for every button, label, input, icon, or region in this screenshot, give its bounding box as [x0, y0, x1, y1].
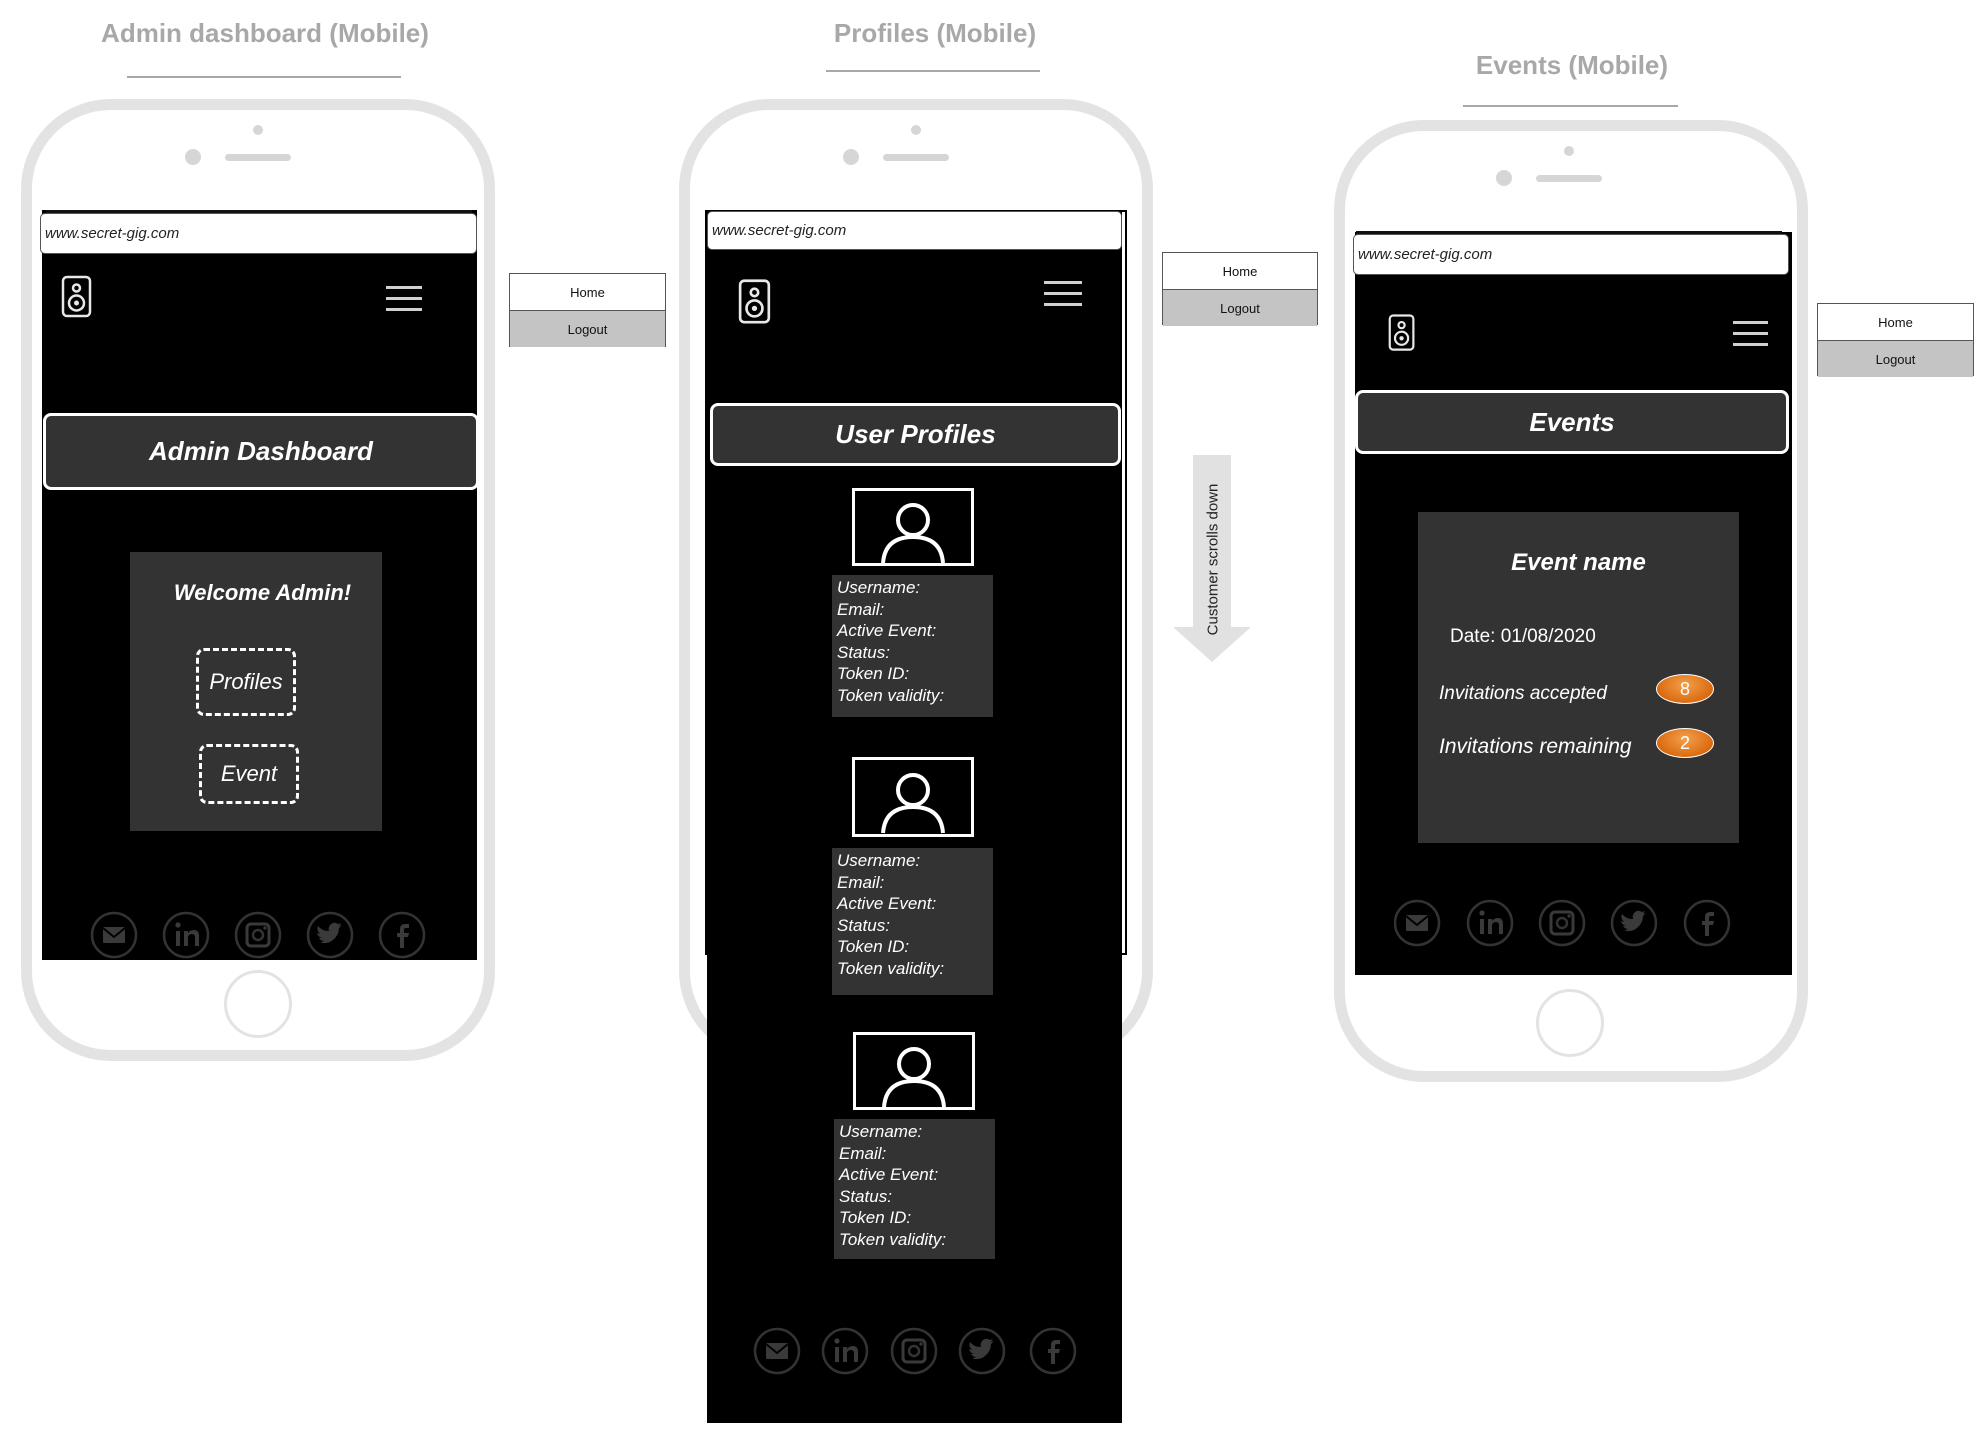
- menu-home-link[interactable]: Home: [1818, 304, 1973, 340]
- phone-sensor-dot: [1564, 146, 1574, 156]
- card-email-label: Email:: [839, 1143, 887, 1163]
- email-icon[interactable]: [1393, 899, 1441, 947]
- card-email-label: Email:: [837, 872, 885, 892]
- phone-camera: [1496, 170, 1512, 186]
- hamburger-menu-icon[interactable]: [1733, 320, 1768, 348]
- facebook-icon[interactable]: [1683, 899, 1731, 947]
- hamburger-menu-icon[interactable]: [1044, 280, 1082, 308]
- admin-title-underline: [127, 76, 401, 78]
- invitations-accepted-badge: 8: [1656, 674, 1714, 704]
- linkedin-icon[interactable]: [821, 1327, 869, 1375]
- menu-logout-link[interactable]: Logout: [1163, 289, 1317, 326]
- instagram-icon[interactable]: [1538, 899, 1586, 947]
- phone-home-button[interactable]: [1536, 989, 1604, 1057]
- profiles-social-footer: [753, 1325, 1093, 1377]
- card-token-id-label: Token ID:: [837, 937, 910, 956]
- instagram-icon[interactable]: [890, 1327, 938, 1375]
- linkedin-icon[interactable]: [1466, 899, 1514, 947]
- twitter-icon[interactable]: [958, 1327, 1006, 1375]
- card-token-validity-label: Token validity:: [839, 1229, 947, 1249]
- profiles-side-menu: Home Logout: [1162, 252, 1318, 326]
- url-bar[interactable]: www.secret-gig.com: [40, 213, 477, 254]
- instagram-icon[interactable]: [234, 911, 282, 959]
- event-button[interactable]: Event: [199, 744, 299, 804]
- user-avatar-icon: [852, 757, 974, 837]
- card-username-label: Username:: [839, 1122, 923, 1141]
- event-date: Date: 01/08/2020: [1450, 626, 1596, 647]
- linkedin-icon[interactable]: [162, 911, 210, 959]
- phone-sensor-dot: [253, 125, 263, 135]
- user-profile-card: Username: Email: Active Event: Status: T…: [832, 575, 993, 717]
- twitter-icon[interactable]: [1610, 899, 1658, 947]
- profiles-column-title: Profiles (Mobile): [833, 18, 1037, 48]
- user-avatar-icon: [853, 1032, 975, 1110]
- twitter-icon[interactable]: [306, 911, 354, 959]
- card-username-label: Username:: [837, 578, 921, 597]
- speaker-icon[interactable]: [1388, 313, 1416, 353]
- url-bar[interactable]: www.secret-gig.com: [1353, 234, 1789, 275]
- events-social-footer: [1393, 899, 1734, 947]
- speaker-icon[interactable]: [61, 275, 93, 319]
- facebook-icon[interactable]: [378, 911, 426, 959]
- phone-earpiece: [225, 154, 291, 161]
- scroll-note-text: Customer scrolls down: [1204, 483, 1222, 635]
- card-status-label: Status:: [837, 642, 890, 662]
- events-side-menu: Home Logout: [1817, 303, 1974, 377]
- phone-camera: [185, 149, 201, 165]
- invitations-remaining-label: Invitations remaining: [1439, 735, 1632, 758]
- email-icon[interactable]: [90, 911, 138, 959]
- facebook-icon[interactable]: [1029, 1327, 1077, 1375]
- card-username-label: Username:: [837, 851, 921, 870]
- events-column-title: Events (Mobile): [1475, 50, 1669, 80]
- phone-sensor-dot: [911, 125, 921, 135]
- invitations-accepted-label: Invitations accepted: [1439, 683, 1607, 704]
- phone-earpiece: [1536, 175, 1602, 182]
- phone-camera: [843, 149, 859, 165]
- card-token-id-label: Token ID:: [837, 664, 910, 683]
- card-active-event-label: Active Event:: [837, 894, 937, 913]
- card-active-event-label: Active Event:: [837, 621, 937, 640]
- menu-home-link[interactable]: Home: [510, 274, 665, 310]
- speaker-icon[interactable]: [738, 278, 772, 326]
- event-name: Event name: [1511, 549, 1646, 576]
- url-bar[interactable]: www.secret-gig.com: [707, 211, 1122, 250]
- welcome-text: Welcome Admin!: [173, 580, 352, 605]
- user-profile-card: Username: Email: Active Event: Status: T…: [834, 1119, 995, 1259]
- card-status-label: Status:: [839, 1186, 892, 1206]
- scroll-down-arrow: Customer scrolls down: [1173, 455, 1253, 663]
- card-token-id-label: Token ID:: [839, 1208, 912, 1227]
- admin-column-title: Admin dashboard (Mobile): [101, 18, 429, 48]
- events-title-underline: [1463, 105, 1678, 107]
- profiles-button[interactable]: Profiles: [196, 648, 296, 716]
- admin-side-menu: Home Logout: [509, 273, 666, 347]
- invitations-remaining-badge: 2: [1656, 728, 1714, 758]
- card-status-label: Status:: [837, 915, 890, 935]
- phone-earpiece: [883, 154, 949, 161]
- user-profiles-header: User Profiles: [710, 403, 1121, 466]
- profiles-title-underline: [826, 70, 1040, 72]
- menu-home-link[interactable]: Home: [1163, 253, 1317, 289]
- user-avatar-icon: [852, 488, 974, 566]
- card-email-label: Email:: [837, 599, 885, 619]
- admin-dashboard-header: Admin Dashboard: [43, 413, 479, 490]
- admin-social-footer: [90, 911, 430, 959]
- card-token-validity-label: Token validity:: [837, 685, 945, 705]
- events-header: Events: [1355, 390, 1789, 454]
- card-token-validity-label: Token validity:: [837, 958, 945, 978]
- phone-home-button[interactable]: [224, 970, 292, 1038]
- user-profile-card: Username: Email: Active Event: Status: T…: [832, 848, 993, 995]
- menu-logout-link[interactable]: Logout: [1818, 340, 1973, 377]
- hamburger-menu-icon[interactable]: [386, 285, 422, 313]
- menu-logout-link[interactable]: Logout: [510, 310, 665, 347]
- email-icon[interactable]: [753, 1327, 801, 1375]
- card-active-event-label: Active Event:: [839, 1165, 939, 1184]
